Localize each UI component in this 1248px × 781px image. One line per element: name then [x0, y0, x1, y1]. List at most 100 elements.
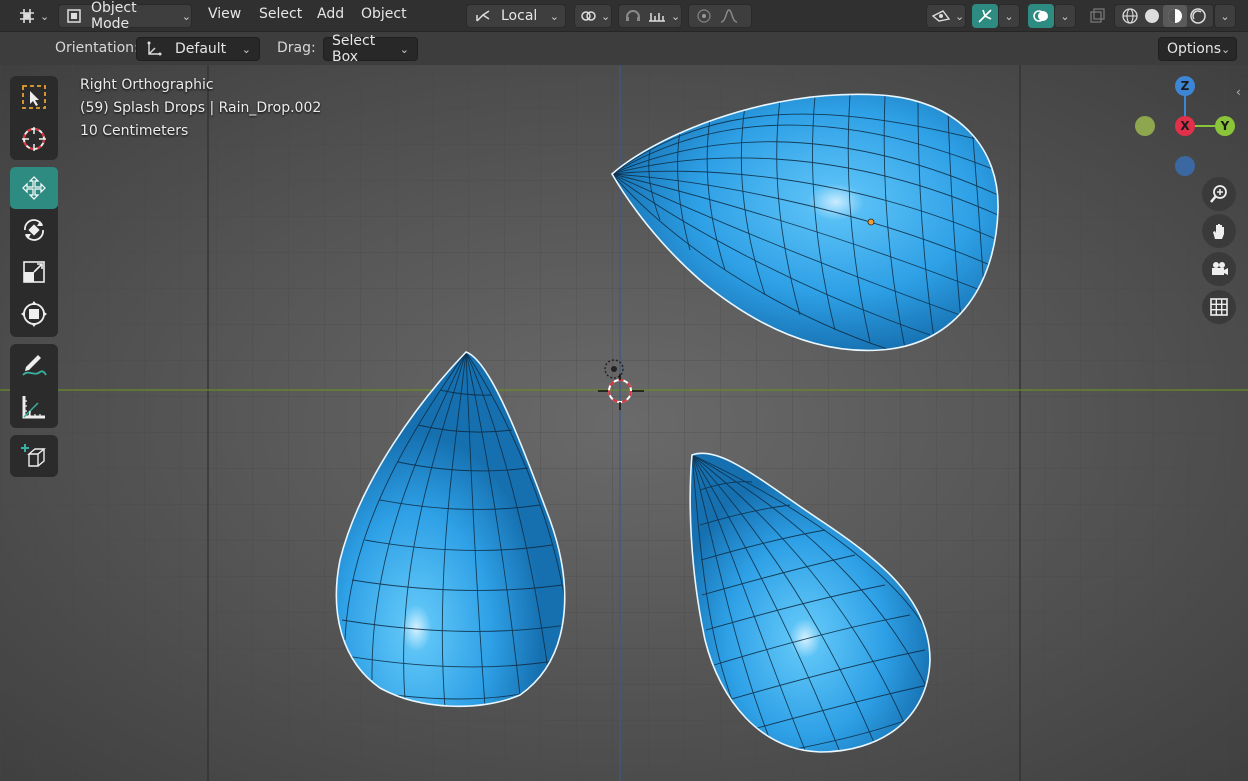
shading-dropdown[interactable]: ⌄	[1214, 4, 1236, 28]
drag-label: Drag:	[277, 40, 316, 56]
menu-select[interactable]: Select	[259, 6, 302, 22]
chevron-down-icon: ⌄	[671, 9, 681, 23]
navigation-gizmo[interactable]: Z X Y	[1130, 75, 1240, 185]
object-info-label: (59) Splash Drops | Rain_Drop.002	[80, 100, 322, 116]
camera-icon	[1209, 259, 1229, 279]
snap-increment-icon[interactable]	[647, 7, 667, 25]
proportional-edit-icon[interactable]	[695, 7, 713, 25]
viewport-header: ⌄ Object Mode ⌄ View Select Add Object L…	[0, 0, 1248, 32]
tool-add-cube[interactable]	[10, 435, 58, 477]
chevron-down-icon: ⌄	[1004, 9, 1014, 23]
object-type-visibility-dropdown[interactable]: ⌄	[926, 4, 966, 28]
chevron-down-icon: ⌄	[1060, 9, 1070, 23]
snap-magnet-icon[interactable]	[623, 7, 643, 25]
grid-icon	[1209, 297, 1229, 317]
gizmo-y-label: Y	[1220, 119, 1230, 133]
overlays-toggle-button[interactable]	[1028, 4, 1054, 28]
editor-type-icon	[18, 7, 36, 25]
transform-orientation-dropdown[interactable]: Local ⌄	[466, 4, 566, 28]
gizmo-neg-z-axis[interactable]	[1175, 156, 1195, 176]
chevron-down-icon: ⌄	[399, 42, 409, 56]
chevron-down-icon: ⌄	[1221, 42, 1231, 56]
orientation-icon	[473, 7, 493, 25]
rendered-shading-icon[interactable]	[1187, 7, 1209, 25]
solid-shading-icon[interactable]	[1141, 7, 1163, 25]
visibility-icon	[931, 7, 951, 25]
options-dropdown[interactable]: Options ⌄	[1158, 37, 1237, 61]
cursor-icon	[20, 125, 48, 153]
pan-button[interactable]	[1202, 214, 1236, 248]
falloff-curve-icon[interactable]	[719, 7, 739, 25]
pivot-icon	[579, 7, 597, 25]
orientation-label: Local	[501, 8, 538, 24]
tool-rotate[interactable]	[10, 209, 58, 251]
toolbar-annotate-group	[10, 344, 58, 428]
transform-icon	[20, 300, 48, 328]
object-mode-icon	[65, 7, 83, 25]
measure-ruler-icon	[20, 393, 48, 421]
gizmo-x-axis[interactable]: X	[1175, 116, 1195, 136]
options-label: Options	[1167, 41, 1222, 57]
orientation-label: Orientation:	[55, 40, 139, 56]
pivot-point-dropdown[interactable]: ⌄	[574, 4, 612, 28]
toolbar-add-group	[10, 435, 58, 477]
tool-cursor[interactable]	[10, 118, 58, 160]
sidebar-toggle-icon[interactable]: ‹	[1236, 85, 1241, 99]
wireframe-shading-icon[interactable]	[1119, 7, 1141, 25]
gizmo-z-label: Z	[1180, 79, 1190, 93]
drag-dropdown[interactable]: Select Box ⌄	[323, 33, 418, 65]
overlays-icon	[1032, 7, 1050, 25]
xray-toggle-button[interactable]	[1084, 4, 1110, 28]
tool-move[interactable]	[10, 167, 58, 209]
gizmo-icon	[976, 7, 994, 25]
orientation-dropdown[interactable]: Default ⌄	[136, 37, 260, 61]
gizmo-x-label: X	[1180, 119, 1190, 133]
orientation-axes-icon	[145, 40, 163, 58]
viewport-scene	[0, 65, 1248, 781]
proportional-edit-group	[688, 4, 752, 28]
grid-scale-label: 10 Centimeters	[80, 123, 189, 139]
annotate-pencil-icon	[20, 351, 48, 379]
hand-icon	[1209, 221, 1229, 241]
camera-view-button[interactable]	[1202, 252, 1236, 286]
xray-icon	[1088, 7, 1106, 25]
zoom-button[interactable]	[1202, 177, 1236, 211]
rotate-icon	[20, 216, 48, 244]
menu-add[interactable]: Add	[317, 6, 344, 22]
chevron-down-icon: ⌄	[1220, 9, 1230, 23]
chevron-down-icon: ⌄	[601, 9, 611, 23]
gizmo-neg-y-axis[interactable]	[1135, 116, 1155, 136]
chevron-down-icon: ⌄	[955, 9, 965, 23]
material-preview-icon[interactable]	[1163, 5, 1187, 27]
add-cube-icon	[20, 442, 48, 470]
menu-view[interactable]: View	[208, 6, 241, 22]
gizmo-y-axis[interactable]: Y	[1215, 116, 1235, 136]
overlays-dropdown[interactable]: ⌄	[1054, 4, 1076, 28]
view-name-label: Right Orthographic	[80, 77, 214, 93]
tool-annotate[interactable]	[10, 344, 58, 386]
perspective-toggle-button[interactable]	[1202, 290, 1236, 324]
chevron-down-icon: ⌄	[549, 9, 559, 23]
toolbar-transform-group	[10, 167, 58, 337]
gizmo-toggle-button[interactable]	[972, 4, 998, 28]
snap-group: ⌄	[618, 4, 682, 28]
shading-mode-group	[1114, 4, 1214, 28]
drag-value: Select Box	[332, 33, 376, 65]
gizmo-dropdown[interactable]: ⌄	[998, 4, 1020, 28]
tool-scale[interactable]	[10, 251, 58, 293]
move-icon	[20, 174, 48, 202]
orientation-value: Default	[175, 41, 227, 57]
mode-label: Object Mode	[91, 0, 137, 32]
tool-measure[interactable]	[10, 386, 58, 428]
gizmo-z-axis[interactable]: Z	[1175, 76, 1195, 96]
tool-select-box[interactable]	[10, 76, 58, 118]
chevron-down-icon: ⌄	[181, 9, 191, 23]
3d-viewport[interactable]: Right Orthographic (59) Splash Drops | R…	[0, 65, 1248, 781]
tool-transform[interactable]	[10, 293, 58, 335]
scale-icon	[20, 258, 48, 286]
editor-type-button[interactable]: ⌄	[14, 4, 50, 28]
mode-selector[interactable]: Object Mode ⌄	[58, 0, 192, 32]
menu-object[interactable]: Object	[361, 6, 407, 22]
zoom-icon	[1209, 184, 1229, 204]
chevron-down-icon: ⌄	[40, 9, 50, 23]
